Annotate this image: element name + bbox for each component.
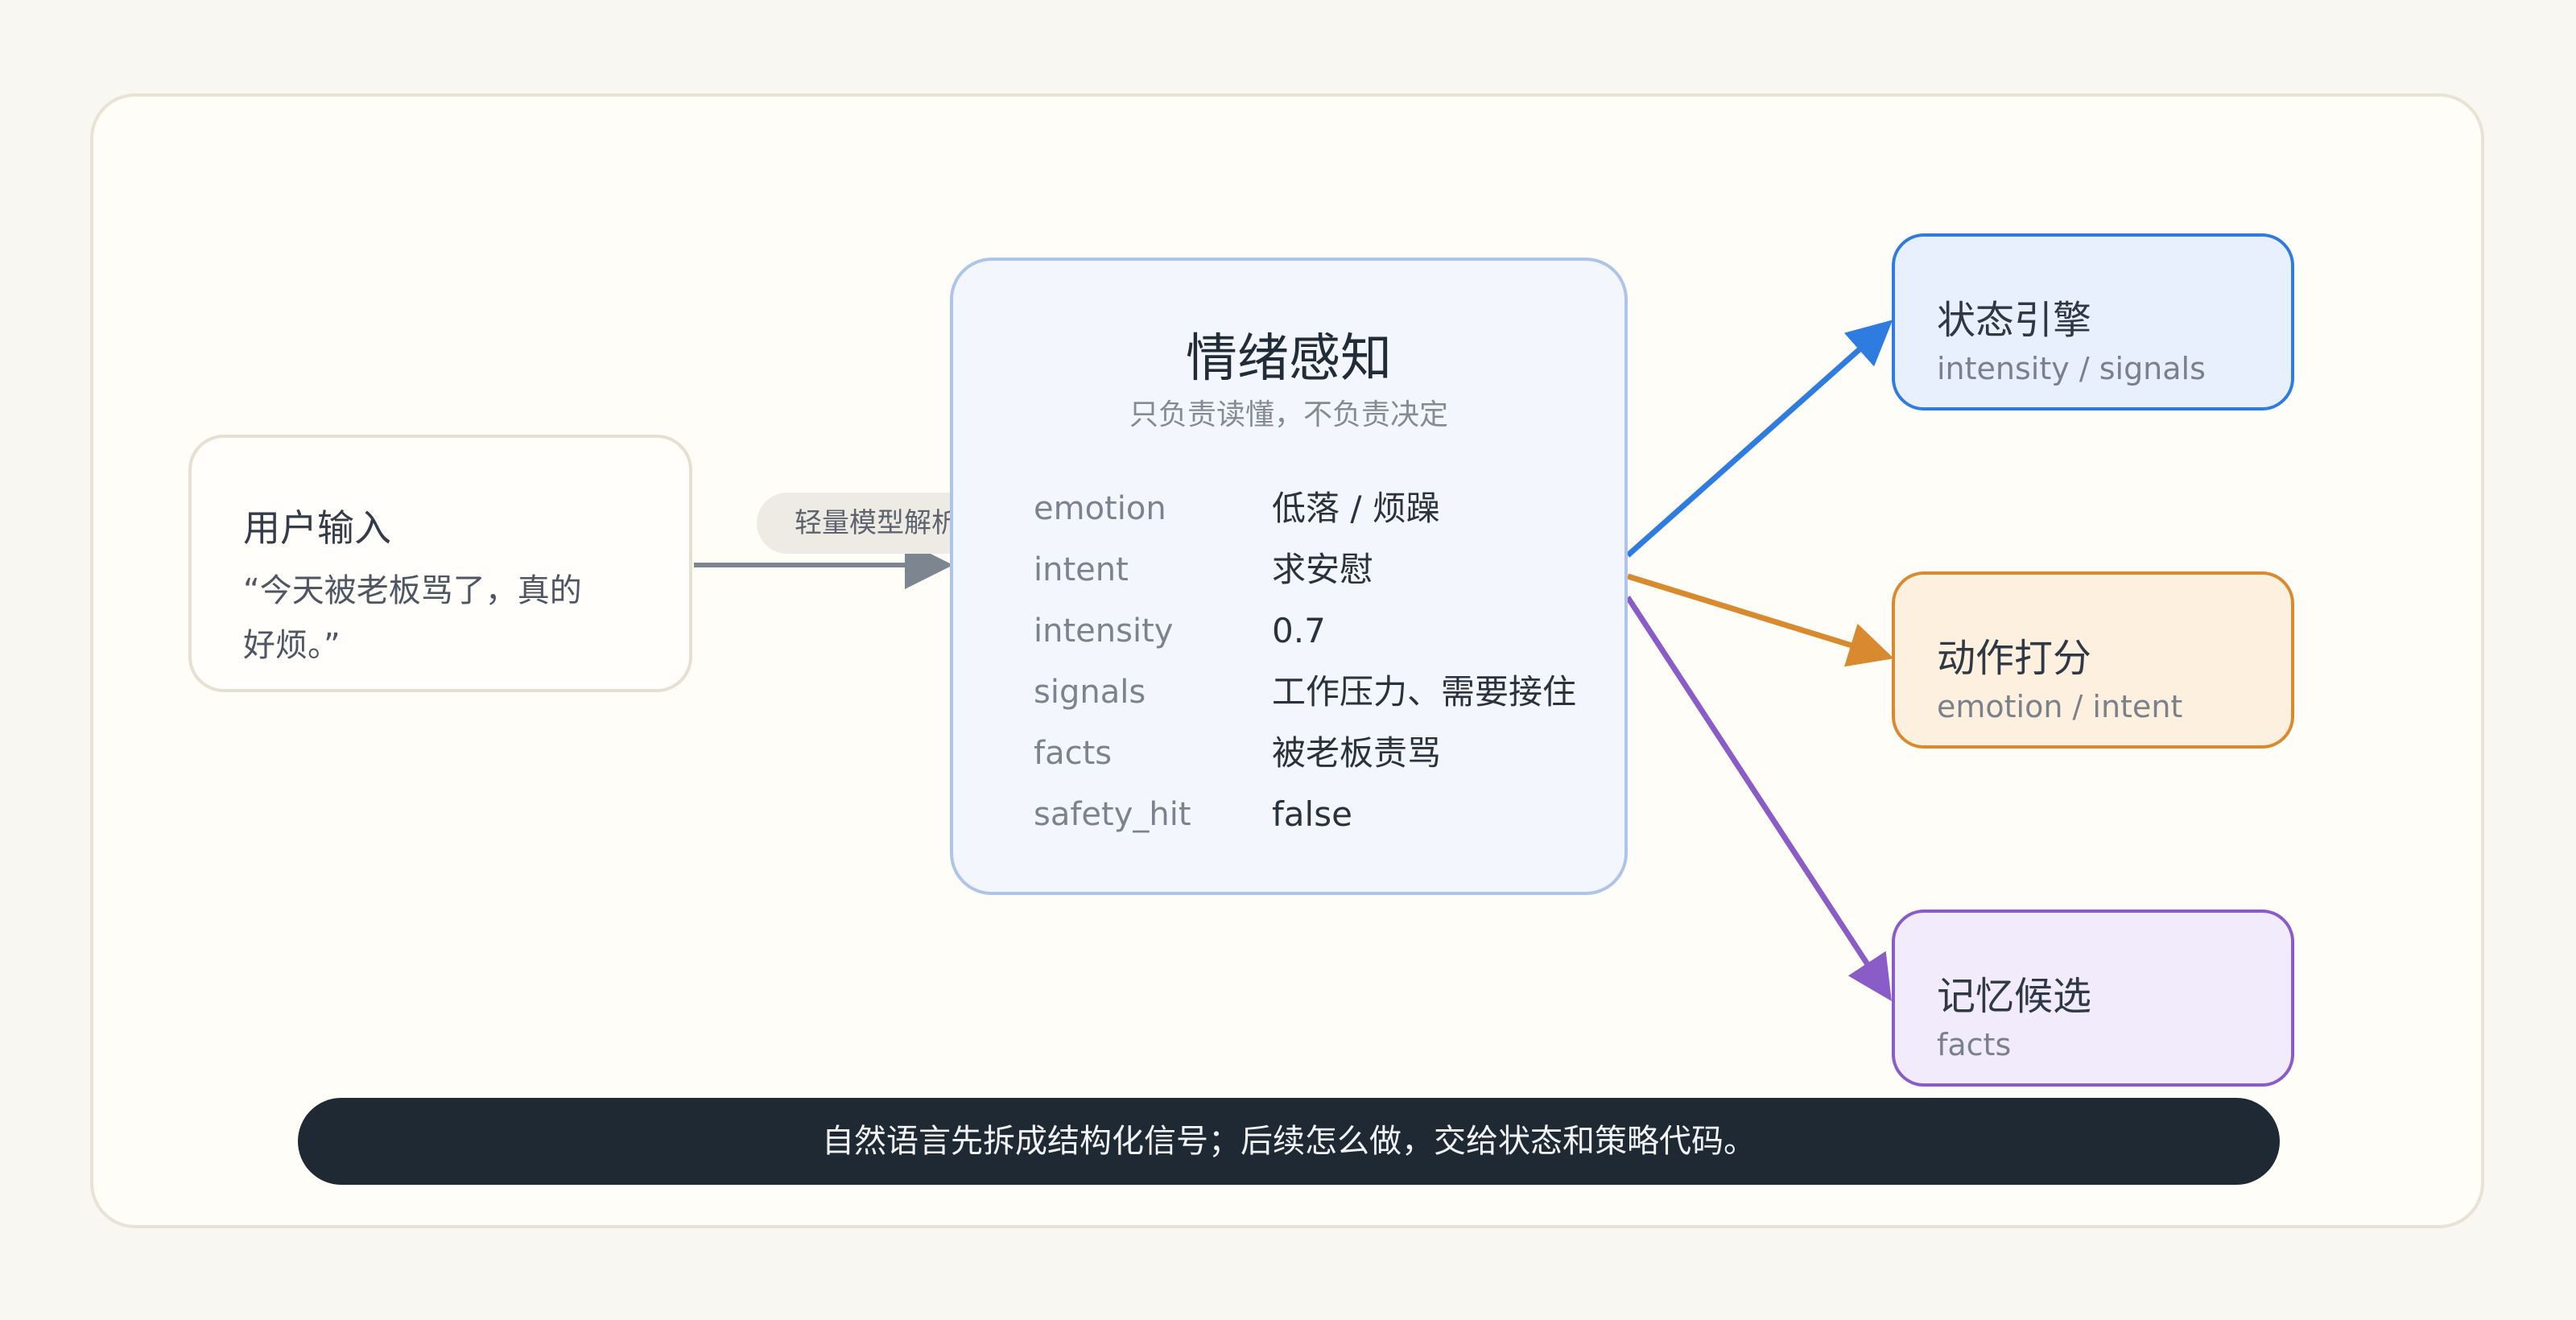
perception-subtitle: 只负责读懂，不负责决定 — [1129, 398, 1448, 431]
field-key: intent — [1034, 551, 1129, 588]
field-value: 0.7 — [1272, 611, 1326, 650]
field-key: intensity — [1034, 613, 1174, 650]
target-subtitle: intensity / signals — [1937, 351, 2206, 386]
target-subtitle: emotion / intent — [1937, 689, 2183, 724]
footer-caption: 自然语言先拆成结构化信号；后续怎么做，交给状态和策略代码。 — [298, 1098, 2280, 1185]
user-input-node: 用户输入 “今天被老板骂了，真的好烦。” — [188, 435, 692, 692]
field-key: emotion — [1034, 490, 1166, 527]
field-row-intent: intent 求安慰 — [1034, 546, 1613, 594]
field-value: 工作压力、需要接住 — [1272, 672, 1577, 712]
diagram-canvas: 用户输入 “今天被老板骂了，真的好烦。” 轻量模型解析 情绪感知 只负责读懂，不… — [0, 0, 2576, 1320]
field-value: 求安慰 — [1272, 550, 1374, 589]
field-row-intensity: intensity 0.7 — [1034, 607, 1613, 655]
perception-title: 情绪感知 — [1186, 329, 1392, 389]
field-value: false — [1272, 794, 1352, 834]
field-key: facts — [1034, 735, 1113, 772]
field-row-facts: facts 被老板责骂 — [1034, 729, 1613, 778]
field-row-safety-hit: safety_hit false — [1034, 790, 1613, 839]
field-value: 低落 / 烦躁 — [1272, 489, 1440, 528]
perception-to-memory-arrow — [1625, 596, 1892, 1001]
user-input-quote: “今天被老板骂了，真的好烦。” — [243, 572, 582, 664]
field-row-emotion: emotion 低落 / 烦躁 — [1034, 485, 1613, 533]
target-subtitle: facts — [1937, 1027, 2012, 1062]
action-scoring-node: 动作打分 emotion / intent — [1892, 571, 2294, 749]
field-key: safety_hit — [1034, 796, 1191, 833]
memory-candidate-node: 记忆候选 facts — [1892, 910, 2294, 1087]
perception-to-state-engine-arrow — [1625, 320, 1893, 558]
field-value: 被老板责骂 — [1272, 733, 1442, 773]
perception-to-action-scoring-arrow — [1626, 573, 1894, 667]
target-title: 动作打分 — [1937, 636, 2092, 681]
user-input-title: 用户输入 — [243, 506, 391, 550]
state-engine-node: 状态引擎 intensity / signals — [1892, 233, 2294, 410]
target-title: 记忆候选 — [1937, 974, 2092, 1019]
field-key: signals — [1034, 674, 1146, 711]
target-title: 状态引擎 — [1937, 298, 2092, 343]
emotion-perception-node: 情绪感知 只负责读懂，不负责决定 emotion 低落 / 烦躁 intent … — [950, 258, 1628, 895]
field-row-signals: signals 工作压力、需要接住 — [1034, 668, 1613, 716]
